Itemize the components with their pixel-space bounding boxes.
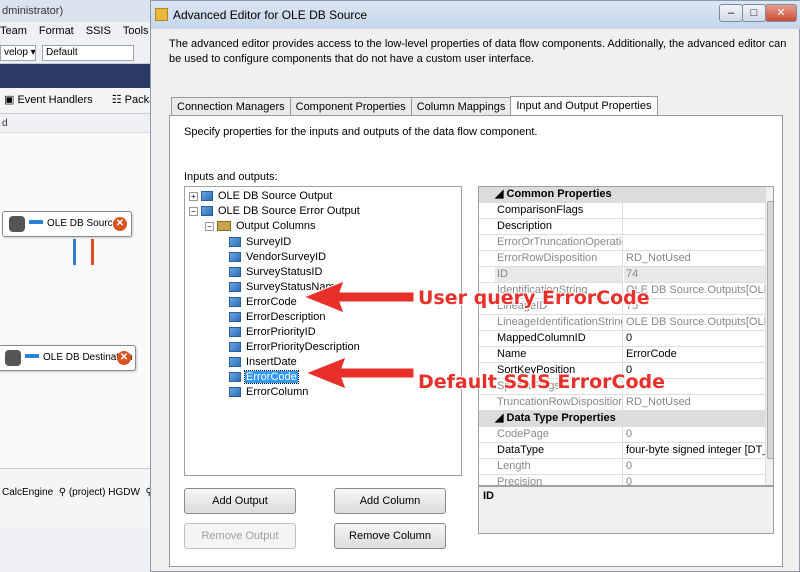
- annotation-default-ssis: Default SSIS ErrorCode: [418, 371, 665, 393]
- annotation-user-query: User query ErrorCode: [418, 287, 650, 309]
- red-arrow-default: [304, 356, 415, 390]
- annotation-arrows: [302, 280, 415, 390]
- red-arrow-user: [302, 280, 415, 314]
